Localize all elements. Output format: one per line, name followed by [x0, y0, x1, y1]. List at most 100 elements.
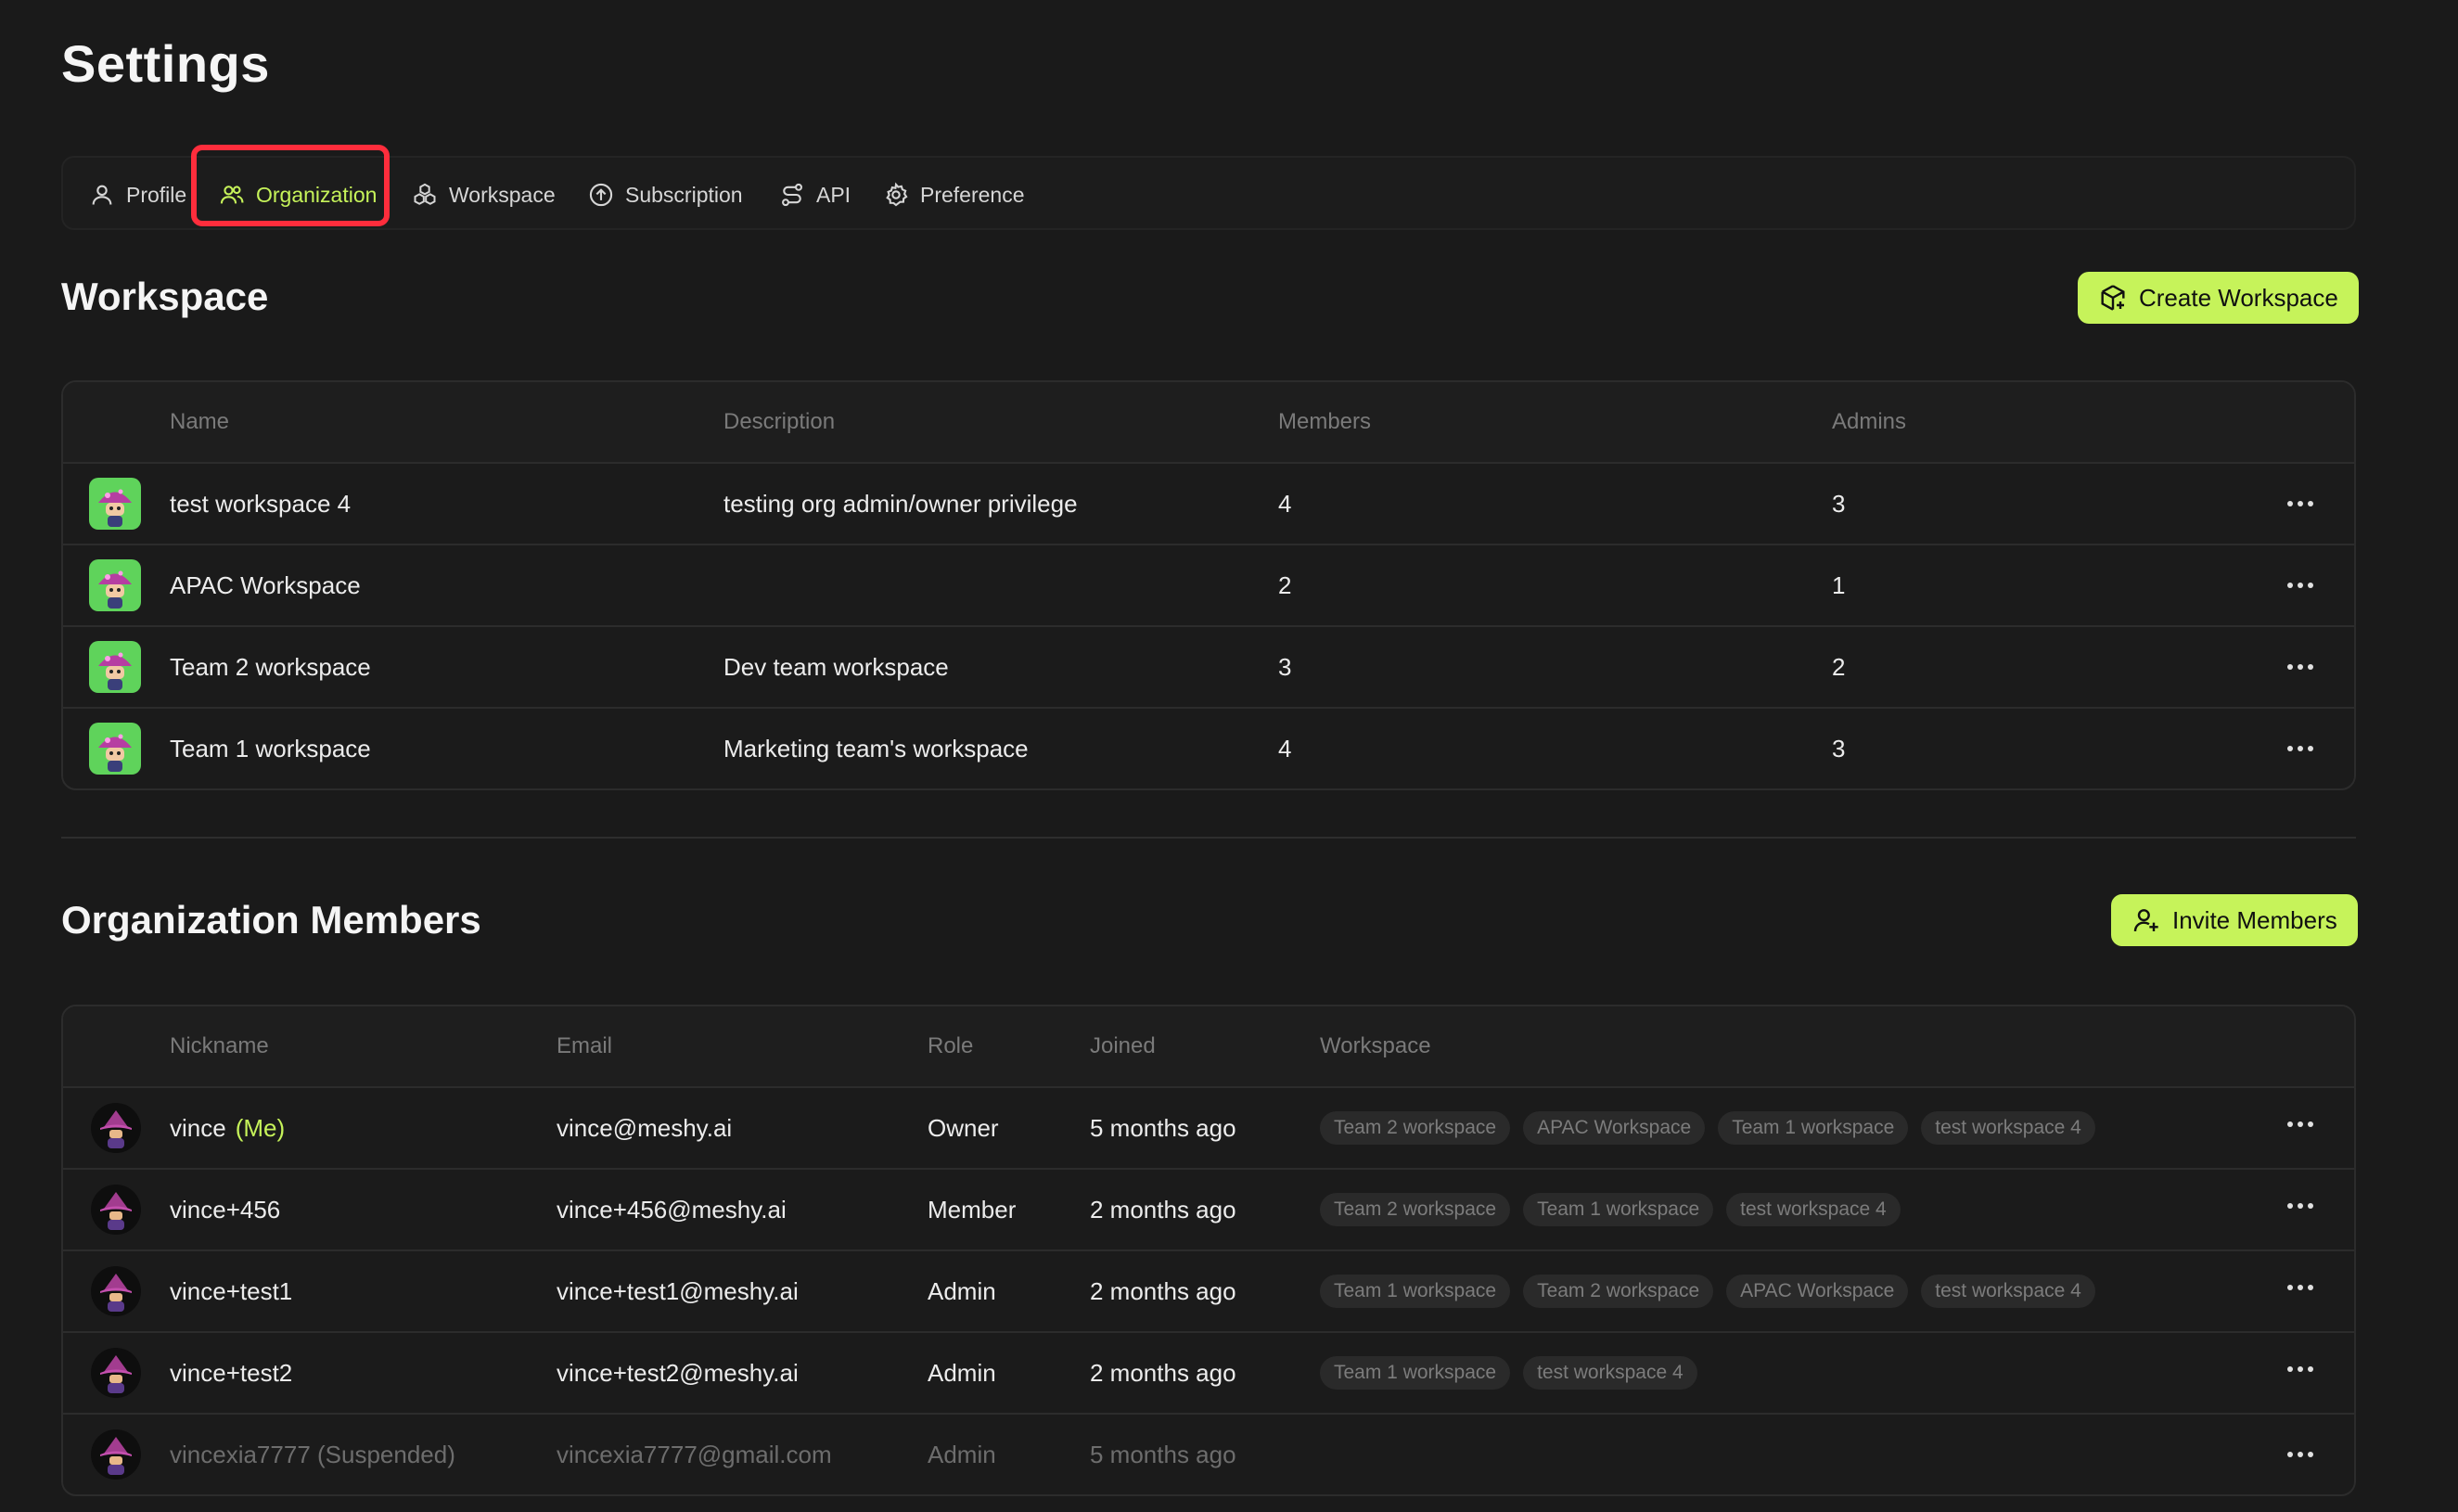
table-row[interactable]: APAC Workspace 2 1	[63, 545, 2354, 627]
workspace-name: test workspace 4	[170, 489, 352, 518]
column-header-name: Name	[170, 409, 230, 434]
table-row-suspended[interactable]: vincexia7777 (Suspended) vincexia7777@gm…	[63, 1415, 2354, 1494]
member-nickname-text: vince+test2	[170, 1358, 293, 1387]
column-header-role: Role	[928, 1033, 974, 1058]
invite-members-button[interactable]: Invite Members	[2111, 894, 2358, 946]
table-row[interactable]: vince+test2 vince+test2@meshy.ai Admin 2…	[63, 1333, 2354, 1415]
workspace-chip: Team 2 workspace	[1523, 1275, 1714, 1308]
member-workspace-chips: Team 2 workspace APAC Workspace Team 1 w…	[1320, 1088, 2095, 1168]
member-nickname-text: vince+test1	[170, 1276, 293, 1305]
workspace-admins-count: 3	[1832, 489, 1846, 518]
create-workspace-label: Create Workspace	[2139, 283, 2338, 312]
workspace-description: Marketing team's workspace	[723, 734, 1029, 762]
row-more-button[interactable]	[2282, 1274, 2319, 1301]
workspace-admins-count: 1	[1832, 570, 1846, 599]
table-row[interactable]: vince (Me) vince@meshy.ai Owner 5 months…	[63, 1088, 2354, 1170]
member-email: vince+test1@meshy.ai	[557, 1276, 799, 1305]
tab-api[interactable]: API	[779, 158, 851, 232]
tab-profile[interactable]: Profile	[89, 158, 186, 232]
column-header-nickname: Nickname	[170, 1033, 269, 1058]
row-more-button[interactable]	[2282, 653, 2319, 681]
me-tag: (Me)	[235, 1113, 286, 1142]
tab-organization[interactable]: Organization	[219, 158, 377, 232]
wizard-avatar-icon	[100, 1355, 132, 1393]
member-joined: 2 months ago	[1090, 1358, 1236, 1387]
wizard-avatar-icon	[100, 1192, 132, 1230]
tab-label: Preference	[920, 182, 1025, 207]
page-title: Settings	[61, 34, 270, 93]
user-icon	[92, 185, 112, 205]
member-email: vince+456@meshy.ai	[557, 1195, 787, 1224]
row-more-button[interactable]	[2282, 571, 2319, 599]
column-header-workspace: Workspace	[1320, 1033, 1431, 1058]
workspace-chip: Team 1 workspace	[1320, 1275, 1511, 1308]
member-nickname: vince (Me)	[170, 1088, 285, 1168]
workspace-chip: test workspace 4	[1726, 1193, 1901, 1226]
row-more-button[interactable]	[2282, 490, 2319, 518]
workspace-chip: test workspace 4	[1921, 1275, 2095, 1308]
member-nickname-text: vincexia7777 (Suspended)	[170, 1440, 455, 1468]
workspace-chip: test workspace 4	[1921, 1111, 2095, 1145]
tab-preference[interactable]: Preference	[883, 158, 1025, 232]
member-joined: 2 months ago	[1090, 1195, 1236, 1224]
wizard-avatar-icon	[100, 1274, 132, 1312]
table-row[interactable]: vince+456 vince+456@meshy.ai Member 2 mo…	[63, 1170, 2354, 1251]
table-row[interactable]: Team 1 workspace Marketing team's worksp…	[63, 709, 2354, 788]
wizard-avatar-icon	[100, 1437, 132, 1475]
workspace-admins-count: 3	[1832, 734, 1846, 762]
workspace-chip: Team 2 workspace	[1320, 1111, 1511, 1145]
column-header-members: Members	[1278, 409, 1372, 434]
workspace-chip: Team 1 workspace	[1718, 1111, 1909, 1145]
column-header-description: Description	[723, 409, 836, 434]
row-more-button[interactable]	[2282, 1192, 2319, 1220]
column-header-admins: Admins	[1832, 409, 1907, 434]
ellipsis-icon	[2287, 1452, 2313, 1457]
arrow-up-circle-icon	[589, 183, 613, 207]
create-workspace-button[interactable]: Create Workspace	[2078, 272, 2359, 324]
mushroom-avatar-icon	[98, 570, 132, 609]
member-workspace-chips: Team 1 workspace test workspace 4	[1320, 1333, 1697, 1413]
gear-icon	[886, 182, 908, 207]
ellipsis-icon	[2287, 1203, 2313, 1209]
workspace-avatar	[89, 641, 141, 693]
cube-plus-icon	[2101, 285, 2125, 311]
member-email: vince@meshy.ai	[557, 1113, 733, 1142]
workspace-chip: Team 1 workspace	[1523, 1193, 1714, 1226]
row-more-button[interactable]	[2282, 735, 2319, 762]
table-row[interactable]: Team 2 workspace Dev team workspace 3 2	[63, 627, 2354, 709]
table-row[interactable]: test workspace 4 testing org admin/owner…	[63, 464, 2354, 545]
tab-label: Organization	[256, 182, 378, 207]
member-role: Admin	[928, 1358, 996, 1387]
member-email: vince+test2@meshy.ai	[557, 1358, 799, 1387]
row-more-button[interactable]	[2282, 1110, 2319, 1138]
member-role: Member	[928, 1195, 1017, 1224]
workspace-chip: Team 1 workspace	[1320, 1356, 1511, 1390]
mushroom-avatar-icon	[98, 734, 132, 772]
row-more-button[interactable]	[2282, 1441, 2319, 1468]
member-workspace-chips: Team 2 workspace Team 1 workspace test w…	[1320, 1170, 1901, 1249]
invite-members-label: Invite Members	[2172, 905, 2337, 934]
wizard-avatar-icon	[100, 1110, 132, 1148]
column-header-email: Email	[557, 1033, 613, 1058]
workspace-members-count: 2	[1278, 570, 1292, 599]
mushroom-avatar-icon	[98, 489, 132, 527]
workspace-name: APAC Workspace	[170, 570, 361, 599]
tab-subscription[interactable]: Subscription	[588, 158, 743, 232]
row-more-button[interactable]	[2282, 1355, 2319, 1383]
workspace-table: Name Description Members Admins test wor…	[61, 380, 2356, 790]
table-header: Nickname Email Role Joined Workspace	[63, 1006, 2354, 1088]
member-email: vincexia7777@gmail.com	[557, 1440, 832, 1468]
workspace-chip: APAC Workspace	[1523, 1111, 1706, 1145]
avatar	[91, 1185, 141, 1235]
member-joined: 2 months ago	[1090, 1276, 1236, 1305]
tab-label: Subscription	[625, 182, 743, 207]
ellipsis-icon	[2287, 583, 2313, 588]
table-header: Name Description Members Admins	[63, 382, 2354, 464]
tab-workspace[interactable]: Workspace	[412, 158, 556, 232]
workspace-name: Team 1 workspace	[170, 734, 371, 762]
workspace-name: Team 2 workspace	[170, 652, 371, 681]
workspace-avatar	[89, 723, 141, 775]
ellipsis-icon	[2287, 1366, 2313, 1372]
table-row[interactable]: vince+test1 vince+test1@meshy.ai Admin 2…	[63, 1251, 2354, 1333]
workspace-section-title: Workspace	[61, 275, 269, 318]
